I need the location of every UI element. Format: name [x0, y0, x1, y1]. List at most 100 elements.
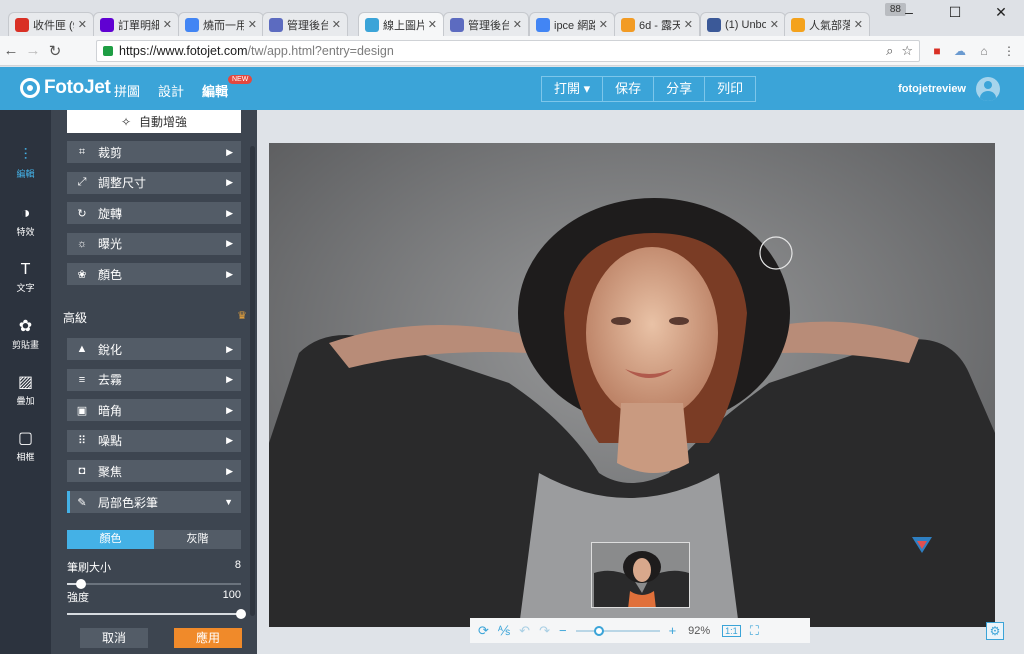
- share-button[interactable]: 分享: [654, 77, 706, 101]
- brush-size-slider[interactable]: [67, 579, 241, 589]
- advanced-title: 高級: [63, 311, 88, 325]
- browser-tab[interactable]: 燒而一用 ✕: [178, 12, 264, 36]
- browser-tab[interactable]: (1) Unbo ✕: [700, 12, 786, 36]
- rail-label: 疊加: [16, 396, 35, 406]
- compare-icon[interactable]: ⅍: [498, 623, 510, 638]
- url-text[interactable]: https://www.fotojet.com/tw/app.html?entr…: [119, 44, 878, 58]
- nav-design[interactable]: 設計: [158, 67, 184, 110]
- tool-brush[interactable]: ✎ 局部色彩筆 ▼: [67, 491, 241, 513]
- extension-cloud-icon[interactable]: ☁: [950, 41, 970, 61]
- tab-title: 管理後台: [468, 19, 509, 32]
- extension-tray-icon[interactable]: ⌂: [974, 41, 994, 61]
- rail-item[interactable]: ⫶ 編輯: [0, 147, 51, 180]
- tool-color[interactable]: ❀ 顏色 ▶: [67, 263, 241, 285]
- panel-scrollbar[interactable]: [250, 146, 255, 616]
- nav-edit[interactable]: 編輯: [202, 67, 228, 110]
- settings-gear-icon[interactable]: ⚙: [986, 622, 1004, 640]
- rail-item[interactable]: ✿ 剪貼畫: [0, 318, 51, 351]
- browser-tab[interactable]: 6d - 露天 ✕: [614, 12, 700, 36]
- tool-crop[interactable]: ⌗ 裁剪 ▶: [67, 141, 241, 163]
- star-icon[interactable]: ☆: [901, 43, 913, 59]
- refresh-icon[interactable]: ⟳: [478, 623, 489, 639]
- user-menu[interactable]: fotojetreview: [898, 77, 1000, 101]
- strength-knob[interactable]: [236, 609, 246, 619]
- nav-collage[interactable]: 拼圖: [114, 67, 140, 110]
- tab-title: ipce 網路: [554, 19, 595, 32]
- thumbnail-image: [592, 543, 689, 607]
- tool-dehaze[interactable]: ≡ 去霧 ▶: [67, 368, 241, 391]
- browser-tab[interactable]: 人氣部落 ✕: [784, 12, 870, 36]
- extension-red-icon[interactable]: ■: [927, 41, 947, 61]
- open-button[interactable]: 打開 ▾: [542, 77, 604, 101]
- back-icon[interactable]: ←: [0, 42, 22, 59]
- advanced-section-header: 高級 ♛: [63, 309, 247, 326]
- tab-close-icon[interactable]: ✕: [513, 18, 522, 31]
- forward-icon[interactable]: →: [22, 42, 44, 59]
- fotojet-logo[interactable]: FotoJet: [20, 77, 111, 99]
- tab-close-icon[interactable]: ✕: [770, 18, 779, 31]
- search-icon[interactable]: ⌕: [886, 43, 893, 59]
- fullscreen-icon[interactable]: ⛶: [750, 623, 759, 639]
- browser-tab[interactable]: 管理後台 ✕: [443, 12, 529, 36]
- fotojet-icon: [365, 17, 379, 32]
- tab-close-icon[interactable]: ✕: [163, 18, 172, 31]
- rail-item[interactable]: ▨ 疊加: [0, 374, 51, 407]
- tab-close-icon[interactable]: ✕: [248, 18, 257, 31]
- browser-tab[interactable]: 收件匣 (9 ✕: [8, 12, 94, 36]
- tab-title: 6d - 露天: [639, 19, 680, 32]
- zoom-slider[interactable]: [575, 625, 660, 636]
- tool-exposure[interactable]: ☼ 曝光 ▶: [67, 232, 241, 255]
- rail-item[interactable]: ▢ 相框: [0, 430, 51, 463]
- browser-tab[interactable]: 管理後台 ✕: [262, 12, 348, 36]
- close-window-icon[interactable]: ✕: [978, 0, 1024, 24]
- reload-icon[interactable]: ↻: [44, 42, 66, 60]
- rail-item[interactable]: ◑ 特效: [0, 205, 51, 238]
- tool-noise[interactable]: ⠿ 噪點 ▶: [67, 429, 241, 452]
- cancel-button[interactable]: 取消: [80, 628, 148, 648]
- zoom-knob[interactable]: [594, 625, 605, 636]
- logo-icon: [20, 78, 40, 98]
- address-bar[interactable]: https://www.fotojet.com/tw/app.html?entr…: [96, 40, 920, 62]
- rail-item[interactable]: T 文字: [0, 261, 51, 294]
- browser-tab[interactable]: 線上圖片 ✕: [358, 12, 444, 36]
- save-button[interactable]: 保存: [603, 77, 655, 101]
- actual-size-button[interactable]: 1:1: [722, 624, 741, 637]
- tool-focus[interactable]: ◘ 聚焦 ▶: [67, 460, 241, 483]
- browser-tabstrip: 收件匣 (9 ✕ 訂單明細 ✕ 燒而一用 ✕ 管理後台 ✕ 線上圖片 ✕ 管理後台 ✕ ipce 網路 ✕…: [0, 0, 1024, 36]
- navigator-thumbnail[interactable]: [591, 542, 690, 608]
- redo-icon[interactable]: ↷: [539, 623, 550, 639]
- print-button[interactable]: 列印: [705, 77, 755, 101]
- avatar[interactable]: [976, 77, 1000, 101]
- tool-resize[interactable]: ⤢ 調整尺寸 ▶: [67, 171, 241, 194]
- tool-sharpen[interactable]: ▲ 銳化 ▶: [67, 338, 241, 360]
- chevron-right-icon: ▶: [226, 146, 233, 157]
- auto-enhance-button[interactable]: ✧ 自動增強: [67, 110, 241, 133]
- tab-close-icon[interactable]: ✕: [854, 18, 863, 31]
- undo-icon[interactable]: ↶: [519, 623, 530, 639]
- chevron-right-icon: ▶: [226, 404, 233, 415]
- tab-close-icon[interactable]: ✕: [684, 18, 693, 31]
- maximize-icon[interactable]: ☐: [932, 0, 978, 24]
- tab-close-icon[interactable]: ✕: [78, 18, 87, 31]
- apply-button[interactable]: 應用: [174, 628, 242, 648]
- brush-size-knob[interactable]: [75, 579, 86, 589]
- panel-buttons: 取消 應用: [80, 628, 242, 648]
- brush-size-label: 筆刷大小: [67, 562, 111, 574]
- tab-title: 管理後台: [287, 19, 328, 32]
- tab-close-icon[interactable]: ✕: [599, 18, 608, 31]
- tab-title: 燒而一用: [203, 19, 244, 32]
- tab-close-icon[interactable]: ✕: [332, 18, 341, 31]
- minimize-icon[interactable]: –: [886, 0, 932, 24]
- tab-close-icon[interactable]: ✕: [428, 18, 437, 31]
- strength-slider[interactable]: [67, 609, 246, 619]
- menu-icon[interactable]: ⋮: [999, 41, 1019, 61]
- zoom-out-icon[interactable]: −: [559, 623, 567, 638]
- tool-vignette[interactable]: ▣ 暗角 ▶: [67, 399, 241, 422]
- zoom-in-icon[interactable]: +: [669, 623, 677, 638]
- browser-tab[interactable]: ipce 網路 ✕: [529, 12, 615, 36]
- mode-gray-tab[interactable]: 灰階: [154, 530, 241, 549]
- rail-label: 文字: [16, 283, 35, 293]
- tool-rotate[interactable]: ↻ 旋轉 ▶: [67, 202, 241, 224]
- mode-color-tab[interactable]: 顏色: [67, 530, 154, 549]
- browser-tab[interactable]: 訂單明細 ✕: [93, 12, 179, 36]
